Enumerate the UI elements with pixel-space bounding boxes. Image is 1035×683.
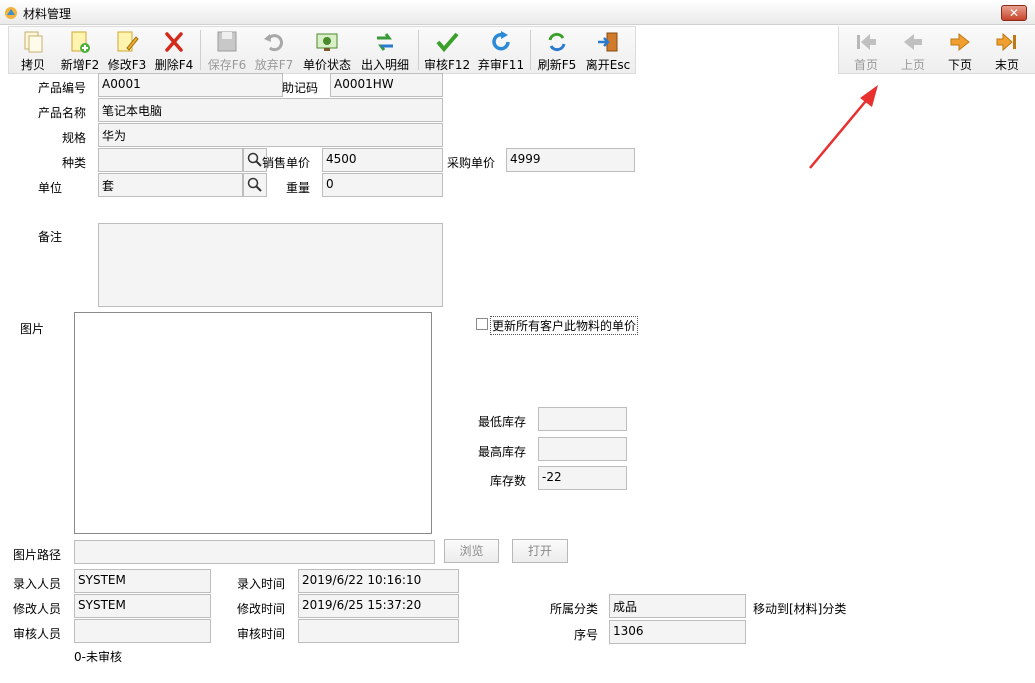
category-group-label: 所属分类 [549,602,598,616]
sequence-label: 序号 [573,628,598,642]
unit-label: 单位 [37,181,62,195]
helper-code-label: 助记码 [281,81,318,95]
next-page-button[interactable]: 下页 [940,27,980,73]
unapprove-button[interactable]: 弃审F11 [477,27,525,73]
category-label: 种类 [61,156,86,170]
category-group-field[interactable]: 成品 [609,594,746,618]
last-page-icon [996,32,1016,52]
edit-icon [117,31,139,52]
save-icon [217,31,237,52]
product-name-label: 产品名称 [37,106,86,120]
save-button[interactable]: 保存F6 [207,27,247,73]
remark-textarea[interactable] [98,223,443,307]
unit-field[interactable]: 套 [98,173,243,197]
new-button[interactable]: 新增F2 [60,27,100,73]
modify-time-field[interactable]: 2019/6/25 15:37:20 [298,594,459,618]
toolbar-separator [530,30,531,70]
sale-price-label: 销售单价 [262,156,311,170]
review-time-field[interactable] [298,619,459,643]
create-time-label: 录入时间 [237,577,286,591]
modify-time-label: 修改时间 [237,602,286,616]
refresh-button[interactable]: 刷新F5 [536,27,578,73]
product-name-field[interactable]: 笔记本电脑 [98,98,443,122]
toolbar-separator [200,30,201,70]
stock-field[interactable]: -22 [538,466,627,490]
stock-label: 库存数 [489,474,526,488]
min-stock-label: 最低库存 [477,415,526,429]
app-icon [5,7,17,19]
window-title: 材料管理 [23,7,72,21]
max-stock-label: 最高库存 [477,445,526,459]
min-stock-field[interactable] [538,407,627,431]
approve-button[interactable]: 审核F12 [424,27,470,73]
checkmark-icon [436,32,459,53]
creator-label: 录入人员 [13,577,62,591]
io-detail-button[interactable]: 出入明细 [359,27,411,73]
reviewer-label: 审核人员 [13,627,62,641]
discard-button[interactable]: 放弃F7 [254,27,294,73]
create-time-field[interactable]: 2019/6/22 10:16:10 [298,569,459,593]
last-page-button[interactable]: 末页 [987,27,1027,73]
close-button[interactable]: ✕ [1001,5,1027,21]
image-preview[interactable] [74,312,432,534]
refresh-icon [548,32,566,52]
weight-field[interactable]: 0 [322,173,443,197]
spec-label: 规格 [61,131,86,145]
prev-page-button[interactable]: 上页 [893,27,933,73]
price-status-button[interactable]: 单价状态 [302,27,352,73]
browse-button[interactable]: 浏览 [444,539,499,563]
copy-button[interactable]: 拷贝 [14,27,52,73]
modifier-field[interactable]: SYSTEM [74,594,211,618]
title-bar [0,0,1035,25]
helper-code-field[interactable]: A0001HW [330,73,443,97]
product-code-label: 产品编号 [37,81,86,95]
category-field[interactable] [98,148,243,172]
search-icon [247,177,262,192]
purchase-price-field[interactable]: 4999 [506,148,635,172]
exit-button[interactable]: 离开Esc [584,27,632,73]
exchange-icon [377,33,393,51]
image-label: 图片 [20,322,45,336]
product-code-field[interactable]: A0001 [98,73,283,97]
copy-icon [24,31,43,53]
undo-icon [264,34,283,52]
creator-field[interactable]: SYSTEM [74,569,211,593]
review-status-text: 0-未审核 [74,650,122,664]
remark-label: 备注 [37,230,62,244]
image-path-field[interactable] [74,540,435,564]
move-to-category-link[interactable]: 移动到[材料]分类 [753,600,846,617]
modifier-label: 修改人员 [13,602,62,616]
update-price-checkbox[interactable] [476,318,488,330]
price-status-icon [316,33,338,51]
unit-lookup-button[interactable] [243,173,267,197]
max-stock-field[interactable] [538,437,627,461]
next-arrow-icon [950,32,970,52]
reviewer-field[interactable] [74,619,211,643]
refresh-circle-icon [492,31,510,51]
image-path-label: 图片路径 [13,548,62,562]
update-price-checkbox-label[interactable]: 更新所有客户此物料的单价 [490,316,639,335]
edit-button[interactable]: 修改F3 [107,27,147,73]
sale-price-field[interactable]: 4500 [322,148,443,172]
prev-arrow-icon [904,34,922,50]
spec-field[interactable]: 华为 [98,123,443,147]
delete-icon [165,32,183,52]
sequence-field[interactable]: 1306 [609,620,746,644]
open-button[interactable]: 打开 [512,539,568,563]
new-doc-icon [71,31,90,53]
toolbar-separator [418,30,419,70]
exit-door-icon [598,32,618,52]
first-page-button[interactable]: 首页 [846,27,886,73]
review-time-label: 审核时间 [237,627,286,641]
annotation-arrow [809,85,878,169]
first-page-icon [857,34,876,50]
purchase-price-label: 采购单价 [446,156,495,170]
delete-button[interactable]: 删除F4 [154,27,194,73]
weight-label: 重量 [285,181,310,195]
